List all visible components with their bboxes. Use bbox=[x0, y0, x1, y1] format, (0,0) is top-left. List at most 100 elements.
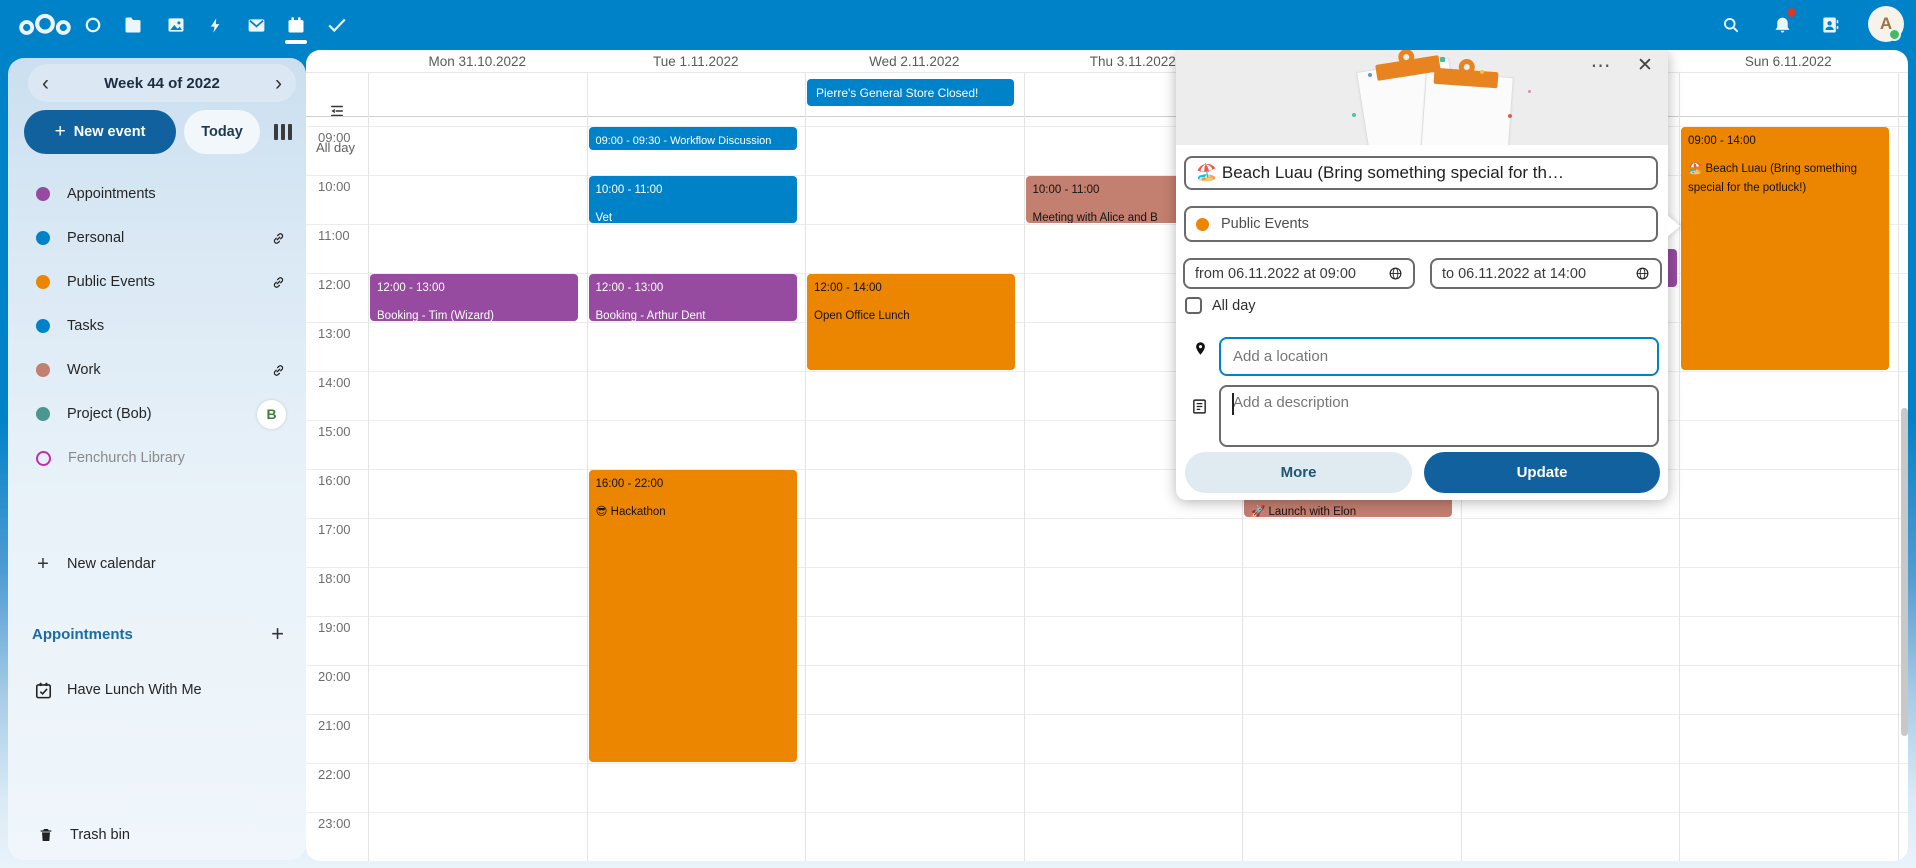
description-textarea[interactable] bbox=[1219, 385, 1659, 447]
start-datetime-field[interactable]: from 06.11.2022 at 09:00 bbox=[1183, 258, 1415, 289]
update-button[interactable]: Update bbox=[1424, 452, 1660, 493]
column-gridline bbox=[1024, 72, 1025, 861]
close-icon[interactable]: ✕ bbox=[1628, 48, 1662, 82]
appointments-section-header: Appointments + bbox=[8, 618, 306, 650]
previous-week-button[interactable]: ‹ bbox=[42, 73, 49, 94]
calendar-event[interactable]: 12:00 - 13:00Booking - Arthur Dent bbox=[589, 274, 797, 321]
share-link-icon[interactable] bbox=[271, 363, 286, 378]
hour-label: 11:00 bbox=[318, 228, 366, 243]
timezone-globe-icon[interactable] bbox=[1635, 266, 1650, 281]
calendar-list-item[interactable]: Public Events bbox=[8, 260, 306, 304]
end-datetime-field[interactable]: to 06.11.2022 at 14:00 bbox=[1430, 258, 1662, 289]
event-title-field[interactable]: 🏖️ Beach Luau (Bring something special f… bbox=[1184, 156, 1658, 190]
nextcloud-calendar-app: A ‹ Week 44 of 2022 › + New event Today … bbox=[0, 0, 1916, 868]
calendar-label: Work bbox=[67, 362, 101, 378]
timezone-globe-icon[interactable] bbox=[1388, 266, 1403, 281]
calendar-select-value: Public Events bbox=[1221, 216, 1309, 232]
user-status-dot bbox=[1888, 28, 1901, 41]
hour-label: 12:00 bbox=[318, 277, 366, 292]
hour-label: 15:00 bbox=[318, 424, 366, 439]
shared-avatar-badge: B bbox=[257, 400, 286, 429]
calendar-color-dot bbox=[1196, 218, 1209, 231]
calendar-ring-icon bbox=[36, 451, 51, 466]
day-header[interactable]: Tue 1.11.2022 bbox=[587, 54, 806, 70]
hour-gridline bbox=[306, 567, 1908, 568]
column-gridline bbox=[368, 72, 369, 861]
today-button[interactable]: Today bbox=[184, 110, 260, 154]
calendar-select[interactable]: Public Events bbox=[1184, 206, 1658, 242]
appointment-config-item[interactable]: Have Lunch With Me bbox=[8, 668, 306, 712]
calendar-list-item[interactable]: Work bbox=[8, 348, 306, 392]
notifications-bell-icon[interactable] bbox=[1762, 5, 1802, 45]
more-button[interactable]: More bbox=[1185, 452, 1412, 493]
next-week-button[interactable]: › bbox=[275, 73, 282, 94]
calendar-app-icon[interactable] bbox=[276, 5, 316, 45]
share-link-icon[interactable] bbox=[271, 275, 286, 290]
calendar-label: Personal bbox=[67, 230, 124, 246]
add-appointment-config-button[interactable]: + bbox=[271, 621, 284, 647]
active-app-indicator bbox=[285, 40, 307, 44]
hour-label: 21:00 bbox=[318, 718, 366, 733]
notification-badge bbox=[1787, 8, 1796, 17]
calendar-label: Fenchurch Library bbox=[68, 450, 185, 466]
all-day-event[interactable]: Pierre's General Store Closed! bbox=[807, 79, 1014, 106]
top-bar: A bbox=[0, 0, 1916, 50]
all-day-checkbox[interactable] bbox=[1185, 297, 1202, 314]
calendar-check-icon bbox=[34, 681, 53, 700]
tasks-icon[interactable] bbox=[317, 5, 357, 45]
start-datetime-value: from 06.11.2022 at 09:00 bbox=[1195, 266, 1356, 282]
calendar-event[interactable]: 10:00 - 11:00Vet bbox=[589, 176, 797, 223]
view-switcher-icon[interactable] bbox=[274, 124, 292, 140]
search-icon[interactable] bbox=[1711, 5, 1751, 45]
popup-actions-menu-button[interactable]: ⋯ bbox=[1584, 48, 1618, 82]
description-icon bbox=[1191, 398, 1208, 415]
new-calendar-button[interactable]: + New calendar bbox=[8, 542, 306, 586]
all-day-checkbox-row: All day bbox=[1185, 297, 1256, 314]
calendar-list-item[interactable]: Project (Bob)B bbox=[8, 392, 306, 436]
calendar-list-item[interactable]: Personal bbox=[8, 216, 306, 260]
calendar-dot-icon bbox=[36, 363, 50, 377]
location-input[interactable] bbox=[1219, 337, 1659, 376]
new-event-button[interactable]: + New event bbox=[24, 110, 176, 154]
calendar-list-item[interactable]: Fenchurch Library bbox=[8, 436, 306, 480]
trash-bin-label: Trash bin bbox=[70, 827, 130, 843]
calendar-list-item[interactable]: Appointments bbox=[8, 172, 306, 216]
trash-icon bbox=[38, 827, 54, 843]
day-header[interactable]: Wed 2.11.2022 bbox=[805, 54, 1024, 70]
collapse-weekdays-icon[interactable] bbox=[328, 102, 346, 125]
calendar-dot-icon bbox=[36, 231, 50, 245]
week-navigation: ‹ Week 44 of 2022 › bbox=[28, 64, 296, 102]
calendar-event[interactable]: 09:00 - 14:00🏖️ Beach Luau (Bring someth… bbox=[1681, 127, 1889, 370]
nextcloud-logo-icon[interactable] bbox=[12, 5, 78, 45]
hour-label: 13:00 bbox=[318, 326, 366, 341]
day-header[interactable]: Sun 6.11.2022 bbox=[1679, 54, 1898, 70]
share-link-icon[interactable] bbox=[271, 231, 286, 246]
contacts-icon[interactable] bbox=[1810, 5, 1850, 45]
calendar-event[interactable]: 12:00 - 14:00Open Office Lunch bbox=[807, 274, 1015, 370]
appointment-config-label: Have Lunch With Me bbox=[67, 682, 202, 698]
trash-bin-button[interactable]: Trash bin bbox=[8, 813, 306, 857]
hour-gridline bbox=[306, 518, 1908, 519]
vertical-scrollbar[interactable] bbox=[1901, 408, 1908, 736]
location-pin-icon bbox=[1193, 341, 1208, 356]
hour-gridline bbox=[306, 812, 1908, 813]
photos-icon[interactable] bbox=[156, 5, 196, 45]
calendar-dot-icon bbox=[36, 275, 50, 289]
calendar-event[interactable]: 09:00 - 09:30 - Workflow Discussion bbox=[589, 127, 797, 150]
calendar-list: Appointments Personal Public Events Tasks Wo… bbox=[8, 172, 306, 480]
activity-icon[interactable] bbox=[195, 5, 235, 45]
calendar-event[interactable]: 16:00 - 22:00😎 Hackathon bbox=[589, 470, 797, 762]
hour-label: 23:00 bbox=[318, 816, 366, 831]
new-calendar-label: New calendar bbox=[67, 556, 156, 572]
calendar-event[interactable]: 12:00 - 13:00Booking - Tim (Wizard) bbox=[370, 274, 578, 321]
mail-icon[interactable] bbox=[236, 5, 276, 45]
dashboard-icon[interactable] bbox=[73, 5, 113, 45]
day-header[interactable]: Mon 31.10.2022 bbox=[368, 54, 587, 70]
event-editor-popup: ⋯ ✕ 🏖️ Beach Luau (Bring something speci… bbox=[1176, 48, 1668, 500]
calendar-list-item[interactable]: Tasks bbox=[8, 304, 306, 348]
calendar-label: Tasks bbox=[67, 318, 104, 334]
text-cursor bbox=[1232, 393, 1234, 415]
files-icon[interactable] bbox=[113, 5, 153, 45]
new-event-label: New event bbox=[74, 124, 146, 140]
sidebar: ‹ Week 44 of 2022 › + New event Today Ap… bbox=[8, 58, 306, 860]
